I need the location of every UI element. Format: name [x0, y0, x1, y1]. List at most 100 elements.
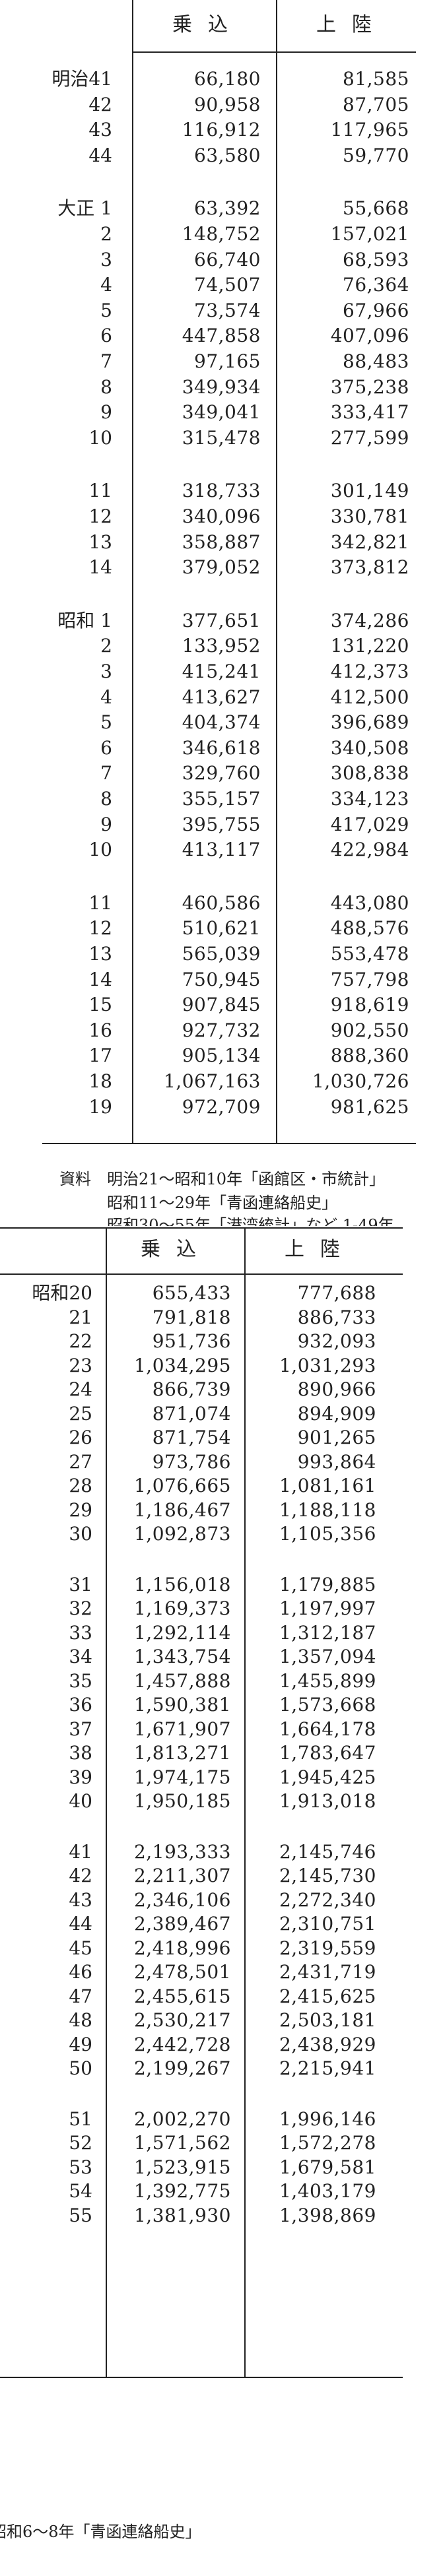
table-2-header-boarding: 乗込	[141, 1238, 212, 1261]
era-year-cell: 40	[69, 1790, 92, 1812]
era-year-cell: 30	[69, 1523, 92, 1545]
era-year-cell: 2	[100, 635, 112, 657]
table-1: 乗込 上陸 明治41 66,180 81,585 42 90,958 87,705 43 11…	[42, 0, 416, 1148]
era-year-cell: 27	[69, 1450, 92, 1473]
boarding-value-cell: 66,180	[194, 68, 261, 90]
boarding-value-cell: 2,530,217	[133, 2009, 231, 2031]
boarding-value-cell: 2,442,728	[133, 2033, 231, 2055]
era-year-cell: 11	[88, 891, 112, 914]
table-row: 36 1,590,381 1,573,668	[0, 1692, 409, 1718]
landing-value-cell: 407,096	[330, 325, 409, 347]
boarding-value-cell: 1,381,930	[133, 2204, 231, 2226]
table-row: 18 1,067,163 1,030,726	[46, 1068, 416, 1095]
boarding-value-cell: 1,169,373	[133, 1597, 231, 1619]
table-row: 17 905,134 888,360	[46, 1043, 416, 1069]
era-year-cell: 6	[100, 736, 112, 759]
landing-value-cell: 1,455,899	[279, 1669, 376, 1692]
boarding-value-cell: 349,934	[182, 375, 261, 398]
boarding-value-cell: 750,945	[182, 968, 261, 990]
era-year-cell: 32	[69, 1597, 92, 1619]
table-row: 11 318,733 301,149	[46, 478, 416, 504]
era-year-cell: 12	[88, 917, 112, 940]
boarding-value-cell: 1,392,775	[133, 2180, 231, 2202]
table-row: 19 972,709 981,625	[46, 1094, 416, 1120]
table-2-header-landing: 上陸	[285, 1238, 356, 1261]
landing-value-cell: 1,179,885	[279, 1573, 376, 1595]
table-row: 43 2,346,106 2,272,340	[0, 1887, 409, 1914]
table-row: 4 74,507 76,364	[46, 272, 416, 298]
era-year-cell: 31	[69, 1573, 92, 1595]
table-row: 23 1,034,295 1,031,293	[0, 1353, 409, 1379]
table-row: 54 1,392,775 1,403,179	[0, 2178, 409, 2205]
era-year-cell: 50	[69, 2057, 92, 2079]
landing-value-cell: 2,310,751	[279, 1913, 376, 1935]
table-row: 13 565,039 553,478	[46, 941, 416, 967]
boarding-value-cell: 2,199,267	[133, 2057, 231, 2079]
boarding-value-cell: 2,455,615	[133, 1985, 231, 2007]
era-year-cell: 7	[100, 762, 112, 785]
landing-value-cell: 87,705	[343, 93, 409, 115]
boarding-value-cell: 1,076,665	[133, 1475, 231, 1497]
landing-value-cell: 417,029	[330, 813, 409, 835]
table-row: 40 1,950,185 1,913,018	[0, 1788, 409, 1815]
boarding-value-cell: 791,818	[152, 1306, 231, 1328]
era-year-cell: 47	[69, 1985, 92, 2007]
boarding-value-cell: 1,950,185	[133, 1790, 231, 1812]
landing-value-cell: 131,220	[330, 635, 409, 657]
landing-value-cell: 301,149	[330, 480, 409, 502]
era-year-cell: 53	[69, 2156, 92, 2178]
table-row: 12 510,621 488,576	[46, 915, 416, 942]
boarding-value-cell: 346,618	[182, 736, 261, 759]
table-row: 34 1,343,754 1,357,094	[0, 1644, 409, 1670]
landing-value-cell: 1,357,094	[279, 1646, 376, 1667]
table-1-header-rule	[132, 51, 416, 53]
table-row: 49 2,442,728 2,438,929	[0, 2032, 409, 2058]
landing-value-cell: 330,781	[330, 505, 409, 527]
boarding-value-cell: 395,755	[182, 813, 261, 835]
landing-value-cell: 1,996,146	[279, 2108, 376, 2130]
boarding-value-cell: 1,343,754	[133, 1646, 231, 1667]
table-row: 15 907,845 918,619	[46, 992, 416, 1018]
boarding-value-cell: 927,732	[182, 1019, 261, 1041]
landing-value-cell: 2,272,340	[279, 1888, 376, 1911]
landing-value-cell: 1,081,161	[279, 1475, 376, 1497]
table-row: 14 750,945 757,798	[46, 967, 416, 993]
boarding-value-cell: 329,760	[182, 762, 261, 785]
boarding-value-cell: 655,433	[152, 1282, 231, 1304]
era-year-cell: 37	[69, 1718, 92, 1740]
era-year-cell: 28	[69, 1475, 92, 1497]
table-2-source-note: 昭和6～8年「青函連絡船史」	[0, 2523, 201, 2541]
table-row: 10 413,117 422,984	[46, 837, 416, 863]
boarding-value-cell: 97,165	[194, 350, 261, 372]
era-year-cell: 5	[100, 711, 112, 734]
boarding-value-cell: 1,292,114	[133, 1621, 231, 1644]
table-row: 6 346,618 340,508	[46, 735, 416, 761]
table-2-top-rule	[0, 1227, 403, 1229]
era-year-cell: 8	[100, 788, 112, 810]
era-year-cell: 24	[69, 1378, 92, 1400]
landing-value-cell: 901,265	[297, 1427, 376, 1448]
table-row: 14 379,052 373,812	[46, 554, 416, 581]
era-year-cell: 42	[88, 93, 112, 115]
era-year-cell: 11	[88, 480, 112, 502]
era-year-cell: 25	[69, 1402, 92, 1425]
era-year-cell: 34	[69, 1646, 92, 1667]
era-year-cell: 45	[69, 1937, 92, 1959]
table-2-header-rule	[0, 1273, 403, 1275]
landing-value-cell: 55,668	[343, 197, 409, 220]
table-row: 2 148,752 157,021	[46, 221, 416, 247]
landing-value-cell: 2,503,181	[279, 2009, 376, 2031]
source-note: 資料 明治21～昭和10年「函館区・市統計」	[59, 1170, 386, 1188]
boarding-value-cell: 866,739	[152, 1378, 231, 1400]
table-row: 16 927,732 902,550	[46, 1017, 416, 1044]
table-row: 5 73,574 67,966	[46, 298, 416, 324]
boarding-value-cell: 404,374	[182, 711, 261, 734]
table-row: 33 1,292,114 1,312,187	[0, 1620, 409, 1646]
table-row: 4 413,627 412,500	[46, 684, 416, 711]
landing-value-cell: 1,783,647	[279, 1742, 376, 1764]
boarding-value-cell: 951,736	[152, 1330, 231, 1352]
table-row: 37 1,671,907 1,664,178	[0, 1716, 409, 1743]
era-year-cell: 6	[100, 325, 112, 347]
table-row: 13 358,887 342,821	[46, 529, 416, 556]
table-1-header-boarding: 乗込	[172, 13, 244, 36]
